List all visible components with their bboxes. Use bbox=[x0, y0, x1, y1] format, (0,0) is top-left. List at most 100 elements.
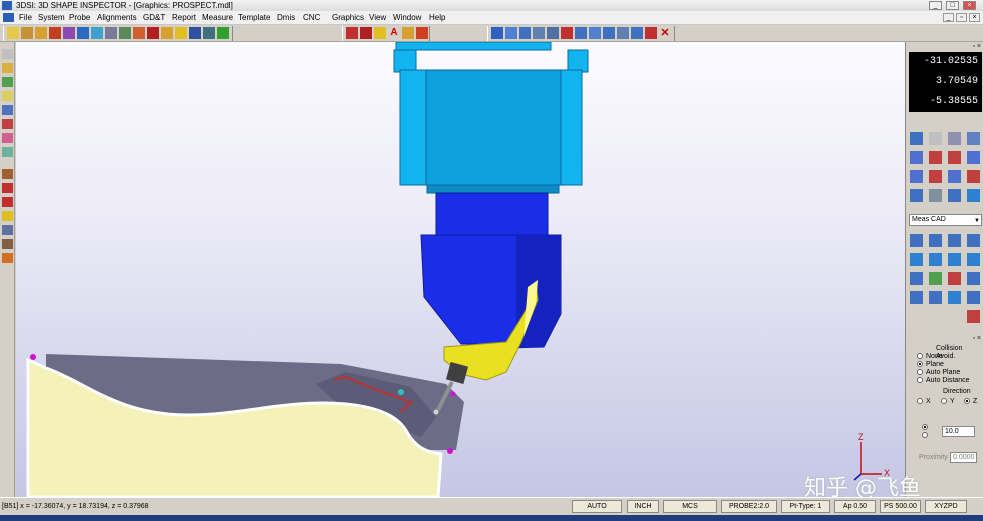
menu-gdt[interactable]: GD&T bbox=[143, 11, 165, 25]
measure-sphere-icon[interactable] bbox=[929, 253, 942, 266]
wave-icon[interactable] bbox=[2, 91, 13, 101]
menu-measure[interactable]: Measure bbox=[202, 11, 233, 25]
menu-cnc[interactable]: CNC bbox=[303, 11, 320, 25]
axis-view-6-icon[interactable] bbox=[929, 170, 942, 183]
collision-option-plane[interactable]: Plane bbox=[917, 361, 944, 369]
measure-gap-icon[interactable] bbox=[929, 291, 942, 304]
cnc-icon[interactable] bbox=[2, 253, 13, 263]
measure-slot-icon[interactable] bbox=[967, 253, 980, 266]
axis-view-2-icon[interactable] bbox=[929, 151, 942, 164]
zoom-box-icon[interactable] bbox=[967, 132, 980, 145]
axis-view-4-icon[interactable] bbox=[967, 151, 980, 164]
select-icon[interactable] bbox=[2, 49, 13, 59]
menu-alignments[interactable]: Alignments bbox=[97, 11, 137, 25]
light-icon[interactable] bbox=[2, 63, 13, 73]
view-front-icon[interactable] bbox=[491, 27, 503, 39]
line-icon[interactable] bbox=[119, 27, 131, 39]
point-icon[interactable] bbox=[133, 27, 145, 39]
measure-pin-icon[interactable] bbox=[967, 310, 980, 323]
settings-icon[interactable] bbox=[175, 27, 187, 39]
measure-pattern-icon[interactable] bbox=[910, 291, 923, 304]
export-icon[interactable] bbox=[416, 27, 428, 39]
panel-header-readout[interactable]: ▫ × bbox=[906, 43, 983, 51]
panel-header-collision[interactable]: ▫ × bbox=[906, 335, 983, 343]
render-2-icon[interactable] bbox=[929, 189, 942, 202]
proximity-field[interactable]: 0.0000 bbox=[950, 452, 977, 463]
measure-line-icon[interactable] bbox=[948, 234, 961, 247]
render-4-icon[interactable] bbox=[967, 189, 980, 202]
view-right-icon[interactable] bbox=[561, 27, 573, 39]
measure-point-icon[interactable] bbox=[910, 234, 923, 247]
doc-minimize-button[interactable]: _ bbox=[943, 13, 954, 22]
axis-icon[interactable] bbox=[2, 225, 13, 235]
report-icon[interactable] bbox=[203, 27, 215, 39]
status-axes[interactable]: XYZPD bbox=[925, 500, 967, 513]
direction-sign-positive[interactable] bbox=[922, 424, 931, 432]
axis-view-5-icon[interactable] bbox=[910, 170, 923, 183]
measure-edge-icon[interactable] bbox=[948, 272, 961, 285]
measure-surface-icon[interactable] bbox=[929, 272, 942, 285]
color-icon[interactable] bbox=[2, 133, 13, 143]
status-approach[interactable]: Ap 0.50 bbox=[834, 500, 876, 513]
surface-icon[interactable] bbox=[2, 77, 13, 87]
measure-ellipse-icon[interactable] bbox=[967, 291, 980, 304]
maximize-button[interactable]: □ bbox=[946, 1, 959, 10]
render-3-icon[interactable] bbox=[948, 189, 961, 202]
align-icon[interactable] bbox=[77, 27, 89, 39]
temperature-icon[interactable] bbox=[360, 27, 372, 39]
measure-cylinder-icon[interactable] bbox=[910, 253, 923, 266]
menu-window[interactable]: Window bbox=[393, 11, 421, 25]
graphics-viewport[interactable]: Z X bbox=[16, 42, 905, 497]
collision-option-auto-plane[interactable]: Auto Plane bbox=[917, 369, 960, 377]
text-icon[interactable]: A bbox=[388, 27, 400, 39]
feature-icon[interactable] bbox=[35, 27, 47, 39]
shade-icon[interactable] bbox=[631, 27, 643, 39]
direction-y[interactable]: Y bbox=[941, 398, 955, 406]
probe-tip-icon[interactable] bbox=[2, 169, 13, 179]
grid-view-icon[interactable] bbox=[2, 105, 13, 115]
edit-icon[interactable] bbox=[2, 211, 13, 221]
menu-dmis[interactable]: Dmis bbox=[277, 11, 295, 25]
minimize-button[interactable]: _ bbox=[929, 1, 942, 10]
gear-icon[interactable] bbox=[346, 27, 358, 39]
axis-view-7-icon[interactable] bbox=[948, 170, 961, 183]
measure-rect-icon[interactable] bbox=[967, 272, 980, 285]
checker-icon[interactable] bbox=[217, 27, 229, 39]
cancel-icon[interactable]: ✕ bbox=[659, 27, 671, 39]
circle-icon[interactable] bbox=[105, 27, 117, 39]
status-probe[interactable]: PROBE2:2.0 bbox=[721, 500, 777, 513]
collision-option-none[interactable]: None bbox=[917, 353, 943, 361]
zoom-icon[interactable] bbox=[603, 27, 615, 39]
status-coord-system[interactable]: MCS bbox=[663, 500, 717, 513]
note-icon[interactable] bbox=[374, 27, 386, 39]
menu-probe[interactable]: Probe bbox=[69, 11, 90, 25]
fit-icon[interactable] bbox=[617, 27, 629, 39]
save-file-icon[interactable] bbox=[21, 27, 33, 39]
sphere-icon[interactable] bbox=[63, 27, 75, 39]
section-icon[interactable] bbox=[645, 27, 657, 39]
close-button[interactable]: × bbox=[963, 1, 976, 10]
direction-z[interactable]: Z bbox=[964, 398, 977, 406]
meas-mode-select[interactable]: Meas CAD ▼ bbox=[909, 214, 982, 226]
menu-template[interactable]: Template bbox=[238, 11, 270, 25]
measure-icon[interactable] bbox=[2, 183, 13, 193]
clearance-value-field[interactable]: 10.0 bbox=[942, 426, 975, 437]
table-list-icon[interactable] bbox=[2, 239, 13, 249]
grid-icon[interactable] bbox=[161, 27, 173, 39]
direction-x[interactable]: X bbox=[917, 398, 931, 406]
menu-file[interactable]: File bbox=[19, 11, 32, 25]
menu-report[interactable]: Report bbox=[172, 11, 196, 25]
menu-view[interactable]: View bbox=[369, 11, 386, 25]
view-left-icon[interactable] bbox=[547, 27, 559, 39]
collision-option-auto-distance[interactable]: Auto Distance bbox=[917, 377, 970, 385]
status-point-type[interactable]: Pt-Type: 1 bbox=[781, 500, 830, 513]
path-icon[interactable] bbox=[2, 197, 13, 207]
zoom-icon[interactable] bbox=[948, 132, 961, 145]
thermometer-icon[interactable] bbox=[147, 27, 159, 39]
table-icon[interactable] bbox=[189, 27, 201, 39]
measure-cone-icon[interactable] bbox=[948, 253, 961, 266]
menu-system[interactable]: System bbox=[38, 11, 65, 25]
measure-flush-icon[interactable] bbox=[948, 291, 961, 304]
doc-close-button[interactable]: × bbox=[969, 13, 980, 22]
axis-view-1-icon[interactable] bbox=[910, 151, 923, 164]
